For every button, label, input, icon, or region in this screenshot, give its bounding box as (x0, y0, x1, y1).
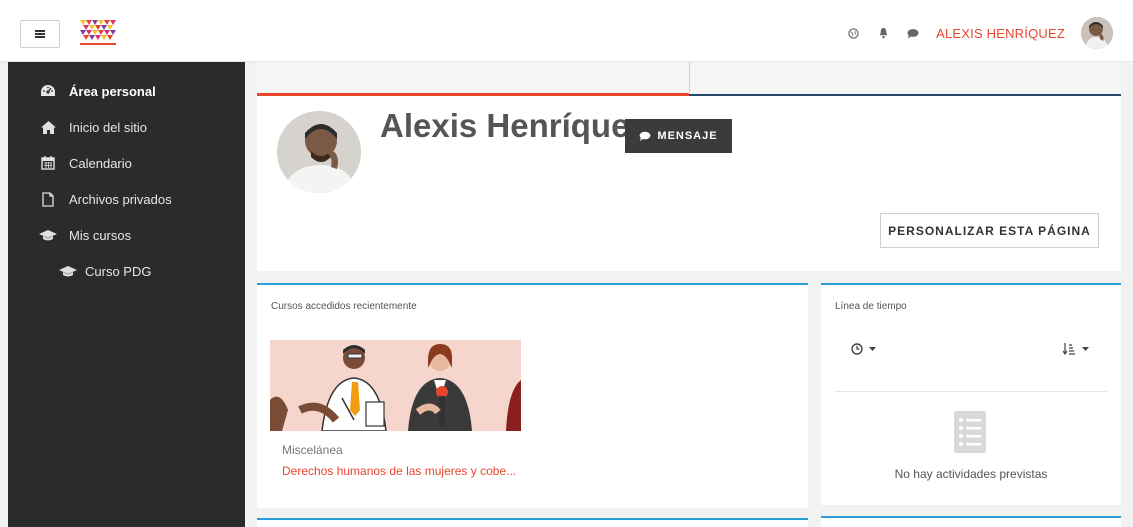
sidebar-item-inicio-del-sitio[interactable]: Inicio del sitio (8, 113, 245, 141)
menu-toggle-button[interactable] (20, 20, 60, 48)
message-button-label: MENSAJE (657, 130, 718, 142)
profile-name: Alexis Henríquez (380, 107, 646, 144)
sidebar-item-curso-pdg[interactable]: Curso PDG (8, 257, 245, 285)
timeline-card: Línea de tiempo No hay actividades previ… (821, 283, 1121, 505)
profile-header-card: Alexis Henríquez MENSAJE PERSONALIZAR ES… (257, 96, 1121, 271)
card-title: Línea de tiempo (835, 301, 907, 312)
timeline-empty-message: No hay actividades previstas (894, 467, 1048, 481)
bottom-card-left (257, 518, 808, 527)
sidebar-item-archivos-privados[interactable]: Archivos privados (8, 185, 245, 213)
sidebar-item-label: Área personal (69, 83, 156, 99)
course-image[interactable] (270, 340, 521, 431)
course-category: Miscelánea (282, 443, 343, 457)
hamburger-icon (35, 30, 45, 38)
graduation-cap-icon (59, 263, 77, 279)
bottom-card-right (821, 516, 1121, 527)
dashboard-icon (39, 83, 57, 99)
sidebar-item-label: Mis cursos (69, 227, 132, 243)
empty-list-icon (954, 411, 986, 453)
clock-icon (851, 343, 863, 355)
timeline-filter-dropdown[interactable] (851, 343, 876, 355)
sidebar-item-label: Archivos privados (69, 191, 172, 207)
file-icon (39, 191, 57, 207)
sidebar-item-calendario[interactable]: Calendario (8, 149, 245, 177)
chat-icon (639, 131, 651, 141)
chat-icon[interactable] (906, 26, 920, 40)
sidebar-item-label: Calendario (69, 155, 132, 171)
course-name-link[interactable]: Derechos humanos de las mujeres y cobe..… (282, 464, 516, 478)
sort-icon (1063, 343, 1075, 355)
sidebar-item-label: Curso PDG (85, 263, 152, 279)
sidebar-item-area-personal[interactable]: Área personal (8, 77, 245, 105)
profile-photo (277, 111, 361, 193)
recent-courses-card: Cursos accedidos recientemente Misceláne… (257, 283, 808, 508)
user-menu-name[interactable]: ALEXIS HENRÍQUEZ (936, 26, 1065, 41)
graduation-cap-icon (39, 227, 57, 243)
globe-icon[interactable] (846, 26, 860, 40)
caret-down-icon (1082, 346, 1089, 351)
user-avatar[interactable] (1081, 17, 1113, 49)
message-button[interactable]: MENSAJE (625, 119, 732, 153)
bell-icon[interactable] (876, 26, 890, 40)
card-title: Cursos accedidos recientemente (271, 301, 417, 312)
home-icon (39, 119, 57, 135)
sidebar: Área personal Inicio del sitio Calendari… (8, 62, 245, 527)
sidebar-item-label: Inicio del sitio (69, 119, 148, 135)
timeline-sort-dropdown[interactable] (1063, 343, 1089, 355)
header-tabs (257, 62, 1121, 96)
site-logo[interactable] (80, 18, 116, 48)
customize-page-button[interactable]: PERSONALIZAR ESTA PÁGINA (880, 213, 1099, 248)
top-navbar: ALEXIS HENRÍQUEZ (0, 0, 1133, 62)
sidebar-item-mis-cursos[interactable]: Mis cursos (8, 221, 245, 249)
timeline-divider (835, 391, 1107, 392)
tab-separator (689, 62, 690, 92)
calendar-icon (39, 155, 57, 171)
caret-down-icon (869, 346, 876, 351)
